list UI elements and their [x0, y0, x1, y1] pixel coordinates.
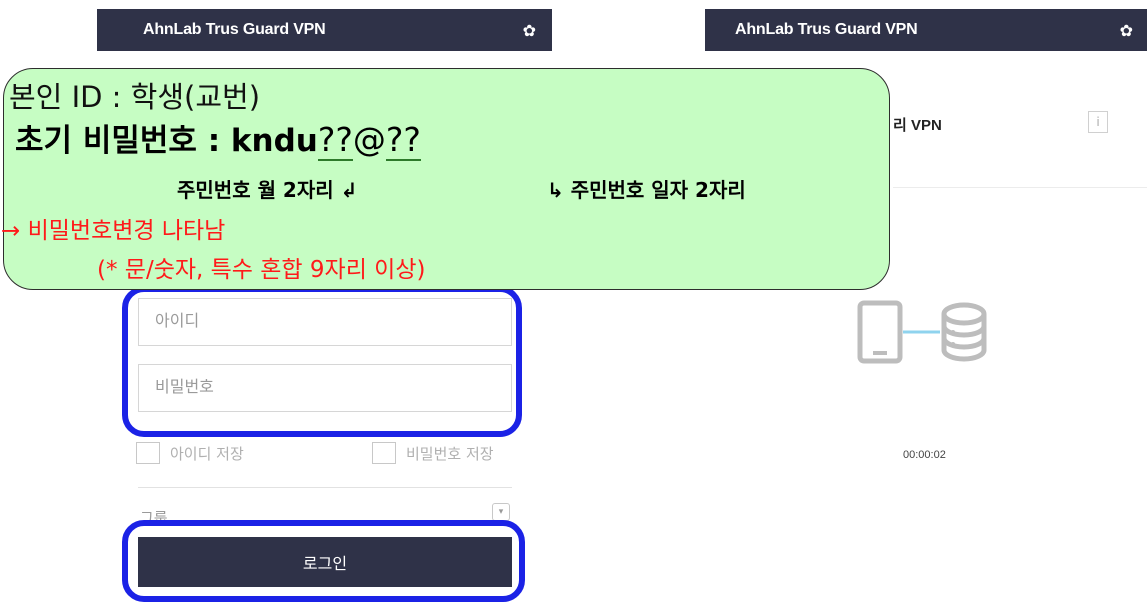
annotation-line2: 초기 비밀번호 : kndu??@??: [15, 115, 421, 161]
checkbox-box[interactable]: [136, 442, 160, 464]
initial-password-prefix: 초기 비밀번호 : kndu: [15, 123, 318, 159]
timer: 00:00:02: [903, 449, 946, 461]
password-month-placeholder: ??: [317, 120, 353, 161]
save-id-checkbox[interactable]: 아이디 저장: [136, 442, 244, 464]
vpn-label: 리 VPN: [893, 117, 942, 134]
dropdown-arrow-icon[interactable]: ▾: [492, 503, 510, 521]
save-password-checkbox[interactable]: 비밀번호 저장: [372, 442, 494, 464]
connection-graphic: [857, 300, 987, 364]
password-day-placeholder: ??: [385, 120, 421, 161]
highlight-credentials: [122, 286, 522, 437]
database-icon: [941, 302, 987, 362]
divider: [893, 187, 1147, 188]
gear-icon[interactable]: ✿: [523, 21, 536, 40]
highlight-login: [122, 520, 525, 602]
checkbox-box[interactable]: [372, 442, 396, 464]
divider: [138, 487, 512, 488]
save-id-label: 아이디 저장: [170, 444, 244, 463]
right-app-title: AhnLab Trus Guard VPN: [735, 21, 918, 38]
left-app-title: AhnLab Trus Guard VPN: [143, 21, 326, 38]
annotation-month-note: 주민번호 월 2자리 ↲: [177, 178, 358, 202]
annotation-bubble: 본인 ID : 학생(교번) 초기 비밀번호 : kndu??@?? 주민번호 …: [1, 68, 890, 290]
left-app-header: AhnLab Trus Guard VPN ✿: [97, 9, 552, 51]
right-app-header: AhnLab Trus Guard VPN ✿: [705, 9, 1147, 51]
annotation-day-note: ↳ 주민번호 일자 2자리: [547, 178, 746, 202]
annotation-line1: 본인 ID : 학생(교번): [9, 80, 261, 114]
save-password-label: 비밀번호 저장: [406, 444, 494, 463]
password-at-sign: @: [352, 120, 386, 159]
annotation-change-note: → 비밀번호변경 나타남: [1, 218, 226, 244]
gear-icon[interactable]: ✿: [1120, 21, 1133, 40]
annotation-rule-note: (* 문/숫자, 특수 혼합 9자리 이상): [97, 257, 426, 283]
phone-icon: [857, 300, 903, 364]
info-icon[interactable]: i: [1088, 111, 1108, 133]
